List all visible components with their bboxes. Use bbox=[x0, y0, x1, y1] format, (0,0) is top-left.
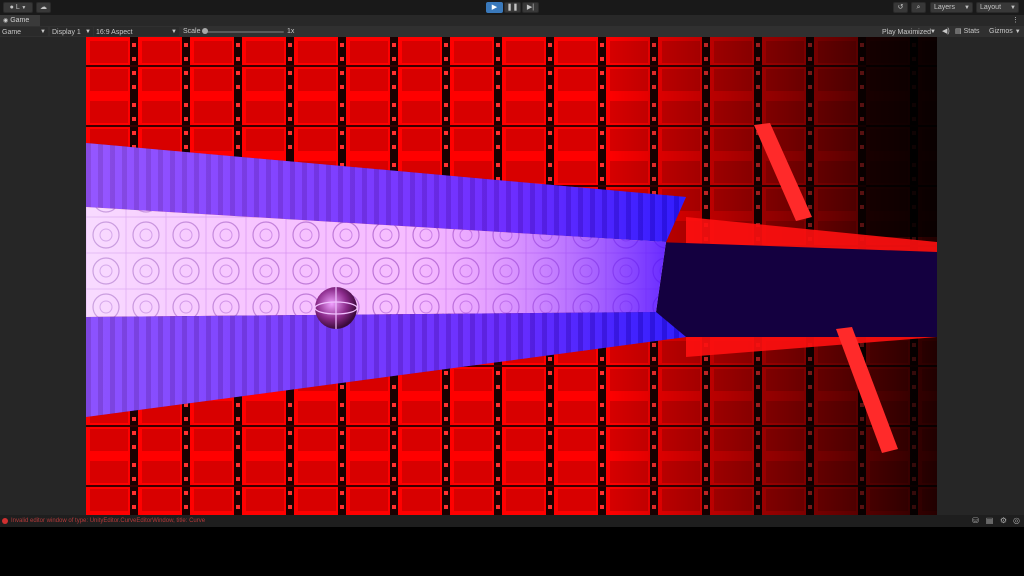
play-mode-select[interactable]: Play Maximized ▼ bbox=[880, 27, 938, 36]
account-label: L bbox=[15, 4, 20, 11]
layout-dropdown[interactable]: Layout ▼ bbox=[976, 2, 1019, 13]
pause-icon: ❚❚ bbox=[506, 4, 519, 11]
stats-label: Stats bbox=[963, 28, 980, 35]
layers-label: Layers bbox=[934, 4, 956, 11]
play-mode-label: Play Maximized bbox=[882, 29, 932, 36]
display-select-label: Display 1 bbox=[52, 29, 81, 36]
tab-game[interactable]: ◉ Game bbox=[0, 15, 40, 26]
history-button[interactable]: ↺ bbox=[893, 2, 908, 13]
error-icon bbox=[2, 518, 8, 524]
pause-button[interactable]: ❚❚ bbox=[504, 2, 521, 13]
more-icon[interactable]: ⋮ bbox=[1012, 15, 1019, 26]
chevron-down-icon: ▼ bbox=[964, 5, 970, 11]
debug-icon[interactable]: ⚙ bbox=[999, 516, 1008, 525]
letterbox-bottom bbox=[0, 527, 1024, 576]
search-icon: ⌕ bbox=[916, 4, 921, 11]
step-icon: ▶| bbox=[526, 4, 535, 11]
status-bar: Invalid editor window of type: UnityEdit… bbox=[0, 515, 1024, 527]
chevron-down-icon: ▼ bbox=[1010, 5, 1016, 11]
scale-value: 1x bbox=[287, 28, 295, 35]
chevron-down-icon: ▼ bbox=[1014, 29, 1021, 35]
cloud-icon: ☁ bbox=[40, 4, 47, 11]
cloud-button[interactable]: ☁ bbox=[36, 2, 51, 13]
game-tab-icon: ◉ bbox=[3, 18, 9, 24]
aspect-select-label: 16:9 Aspect bbox=[96, 29, 133, 36]
game-scene bbox=[86, 37, 937, 515]
gizmos-toggle[interactable]: Gizmos ▼ bbox=[989, 26, 1021, 37]
view-select-label: Game bbox=[2, 29, 22, 36]
stats-icon: ▤ bbox=[955, 28, 962, 35]
aspect-select[interactable]: 16:9 Aspect ▼ bbox=[94, 27, 179, 36]
scale-slider-thumb[interactable] bbox=[202, 28, 208, 34]
chevron-down-icon: ▼ bbox=[21, 5, 27, 11]
display-select[interactable]: Display 1 ▼ bbox=[50, 27, 93, 36]
search-button[interactable]: ⌕ bbox=[911, 2, 926, 13]
settings-icon[interactable]: ◎ bbox=[1012, 516, 1021, 525]
layers-dropdown[interactable]: Layers ▼ bbox=[930, 2, 973, 13]
view-select[interactable]: Game ▼ bbox=[0, 27, 48, 36]
history-icon: ↺ bbox=[897, 4, 904, 11]
scale-label: Scale bbox=[183, 28, 201, 35]
mute-audio-toggle[interactable]: ◀) bbox=[942, 26, 950, 37]
gizmos-label: Gizmos bbox=[989, 28, 1013, 35]
dark-corner bbox=[866, 37, 937, 237]
game-view-controls: Game ▼ Display 1 ▼ 16:9 Aspect ▼ Scale 1… bbox=[0, 26, 1024, 37]
game-render-view[interactable] bbox=[86, 37, 937, 515]
tunnel-depth bbox=[656, 242, 937, 337]
tab-bar: ◉ Game ⋮ bbox=[0, 15, 1024, 26]
account-button[interactable]: ● L ▼ bbox=[3, 2, 33, 13]
play-button[interactable]: ▶ bbox=[486, 2, 503, 13]
tab-game-label: Game bbox=[10, 17, 30, 24]
account-icon: ● bbox=[9, 4, 14, 11]
main-toolbar: ● L ▼ ☁ ▶ ❚❚ ▶| ↺ ⌕ Layers ▼ Layout ▼ bbox=[0, 0, 1024, 15]
progress-icon[interactable]: ⛁ bbox=[971, 516, 980, 525]
layout-label: Layout bbox=[980, 4, 1002, 11]
mute-icon: ◀) bbox=[942, 28, 950, 35]
cache-icon[interactable]: ▤ bbox=[985, 516, 994, 525]
scale-slider-track[interactable] bbox=[203, 31, 284, 33]
step-button[interactable]: ▶| bbox=[522, 2, 539, 13]
status-message[interactable]: Invalid editor window of type: UnityEdit… bbox=[11, 515, 205, 527]
play-icon: ▶ bbox=[491, 4, 498, 11]
stats-toggle[interactable]: ▤ Stats bbox=[955, 26, 980, 37]
